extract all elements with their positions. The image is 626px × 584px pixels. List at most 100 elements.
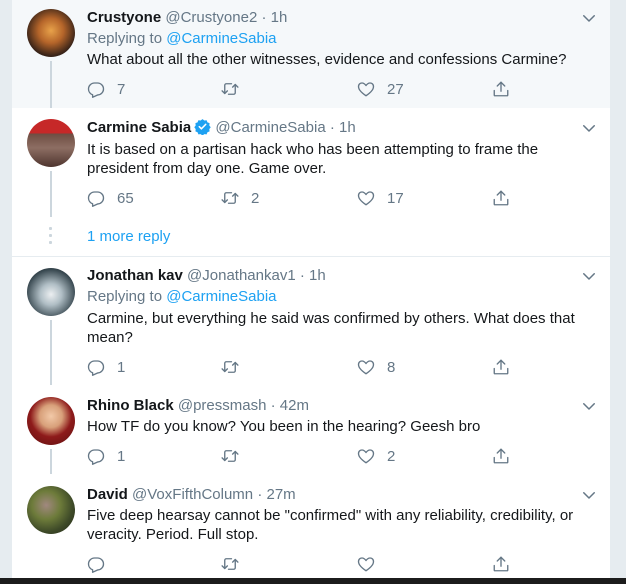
reply-count: 65 — [117, 189, 134, 207]
retweet-icon — [221, 80, 239, 98]
user-handle[interactable]: @VoxFifthColumn — [132, 486, 253, 503]
reply-button[interactable]: 1 — [87, 446, 125, 466]
tweet-text-line: Carmine, but everything he said was conf… — [87, 310, 575, 327]
share-button[interactable] — [492, 357, 510, 377]
tweet-text-line: veracity. Period. Full stop. — [87, 526, 259, 543]
tweet-text-line: It is based on a partisan hack who has b… — [87, 141, 539, 158]
share-icon — [492, 555, 510, 573]
replying-to: Replying to @CarmineSabia — [87, 29, 277, 49]
timestamp[interactable]: 27m — [266, 486, 295, 503]
tweet-rhino-black[interactable]: Rhino Black @pressmash · 42m How TF do y… — [12, 385, 610, 474]
tweet-actions: 1 2 — [87, 446, 527, 466]
dot-separator: · — [270, 397, 276, 414]
like-count: 17 — [387, 189, 404, 207]
tweet-header: Crustyone @Crustyone2 · 1h — [87, 8, 287, 28]
like-button[interactable]: 17 — [357, 188, 404, 208]
tweet-text: It is based on a partisan hack who has b… — [87, 140, 587, 178]
retweet-button[interactable] — [221, 446, 251, 466]
tweet-text-line: mean? — [87, 329, 133, 346]
tweet-text: How TF do you know? You been in the hear… — [87, 418, 481, 435]
reply-icon — [87, 358, 105, 376]
avatar[interactable] — [27, 397, 75, 445]
more-replies-dots — [49, 227, 52, 248]
reply-button[interactable]: 1 — [87, 357, 125, 377]
share-button[interactable] — [492, 188, 510, 208]
thread-line — [50, 449, 52, 474]
tweet-text-line: Five deep hearsay cannot be "confirmed" … — [87, 507, 574, 524]
timestamp[interactable]: 42m — [280, 397, 309, 414]
retweet-button[interactable]: 2 — [221, 188, 259, 208]
like-icon — [357, 555, 375, 573]
chevron-down-icon[interactable] — [580, 397, 598, 415]
retweet-icon — [221, 358, 239, 376]
like-button[interactable] — [357, 554, 387, 574]
show-more-replies-link[interactable]: 1 more reply — [87, 227, 170, 247]
like-icon — [357, 447, 375, 465]
dot-separator: · — [257, 486, 263, 503]
avatar[interactable] — [27, 486, 75, 534]
reply-count: 1 — [117, 358, 126, 376]
share-icon — [492, 447, 510, 465]
tweet-text-line: president from day one. Game over. — [87, 160, 327, 177]
like-count: 2 — [387, 447, 396, 465]
timestamp[interactable]: 1h — [309, 267, 326, 284]
replying-to: Replying to @CarmineSabia — [87, 287, 277, 307]
display-name[interactable]: Carmine Sabia — [87, 119, 191, 136]
dot-separator: · — [329, 119, 335, 136]
avatar[interactable] — [27, 9, 75, 57]
tweet-jonathan-kav[interactable]: Jonathan kav @Jonathankav1 · 1h Replying… — [12, 257, 610, 385]
display-name[interactable]: Rhino Black — [87, 397, 174, 414]
user-handle[interactable]: @Crustyone2 — [165, 9, 257, 26]
mention-link[interactable]: @CarmineSabia — [166, 288, 276, 305]
display-name[interactable]: Crustyone — [87, 9, 161, 26]
retweet-icon — [221, 447, 239, 465]
display-name[interactable]: Jonathan kav — [87, 267, 183, 284]
tweet-crustyone[interactable]: Crustyone @Crustyone2 · 1h Replying to @… — [12, 0, 610, 108]
like-button[interactable]: 2 — [357, 446, 395, 466]
tweet-actions — [87, 554, 527, 574]
tweet-actions: 65 2 17 — [87, 188, 527, 208]
tweet-header: Jonathan kav @Jonathankav1 · 1h — [87, 266, 326, 286]
share-icon — [492, 189, 510, 207]
mention-link[interactable]: @CarmineSabia — [166, 30, 276, 47]
tweet-carmine-sabia[interactable]: Carmine Sabia @CarmineSabia · 1h It is b… — [12, 108, 610, 256]
retweet-count: 2 — [251, 189, 260, 207]
avatar[interactable] — [27, 268, 75, 316]
reply-icon — [87, 447, 105, 465]
chevron-down-icon[interactable] — [580, 119, 598, 137]
user-handle[interactable]: @Jonathankav1 — [187, 267, 296, 284]
reply-icon — [87, 189, 105, 207]
thread-line — [50, 61, 52, 108]
timestamp[interactable]: 1h — [339, 119, 356, 136]
tweet-actions: 7 27 — [87, 79, 527, 99]
share-button[interactable] — [492, 446, 510, 466]
chevron-down-icon[interactable] — [580, 9, 598, 27]
like-button[interactable]: 8 — [357, 357, 395, 377]
avatar[interactable] — [27, 119, 75, 167]
reply-button[interactable]: 7 — [87, 79, 125, 99]
user-handle[interactable]: @pressmash — [178, 397, 267, 414]
tweet-actions: 1 8 — [87, 357, 527, 377]
dot-separator: · — [299, 267, 305, 284]
tweet-david[interactable]: David @VoxFifthColumn · 27m Five deep he… — [12, 474, 610, 578]
dot-separator: · — [261, 9, 267, 26]
display-name[interactable]: David — [87, 486, 128, 503]
timestamp[interactable]: 1h — [271, 9, 288, 26]
retweet-button[interactable] — [221, 357, 251, 377]
tweet-text: Carmine, but everything he said was conf… — [87, 309, 587, 347]
retweet-button[interactable] — [221, 79, 251, 99]
share-button[interactable] — [492, 79, 510, 99]
share-button[interactable] — [492, 554, 510, 574]
reply-button[interactable] — [87, 554, 117, 574]
reply-icon — [87, 555, 105, 573]
like-icon — [357, 80, 375, 98]
retweet-icon — [221, 555, 239, 573]
like-button[interactable]: 27 — [357, 79, 404, 99]
user-handle[interactable]: @CarmineSabia — [215, 119, 325, 136]
reply-count: 7 — [117, 80, 126, 98]
retweet-button[interactable] — [221, 554, 251, 574]
chevron-down-icon[interactable] — [580, 486, 598, 504]
reply-button[interactable]: 65 — [87, 188, 134, 208]
chevron-down-icon[interactable] — [580, 267, 598, 285]
thread-line — [50, 320, 52, 385]
